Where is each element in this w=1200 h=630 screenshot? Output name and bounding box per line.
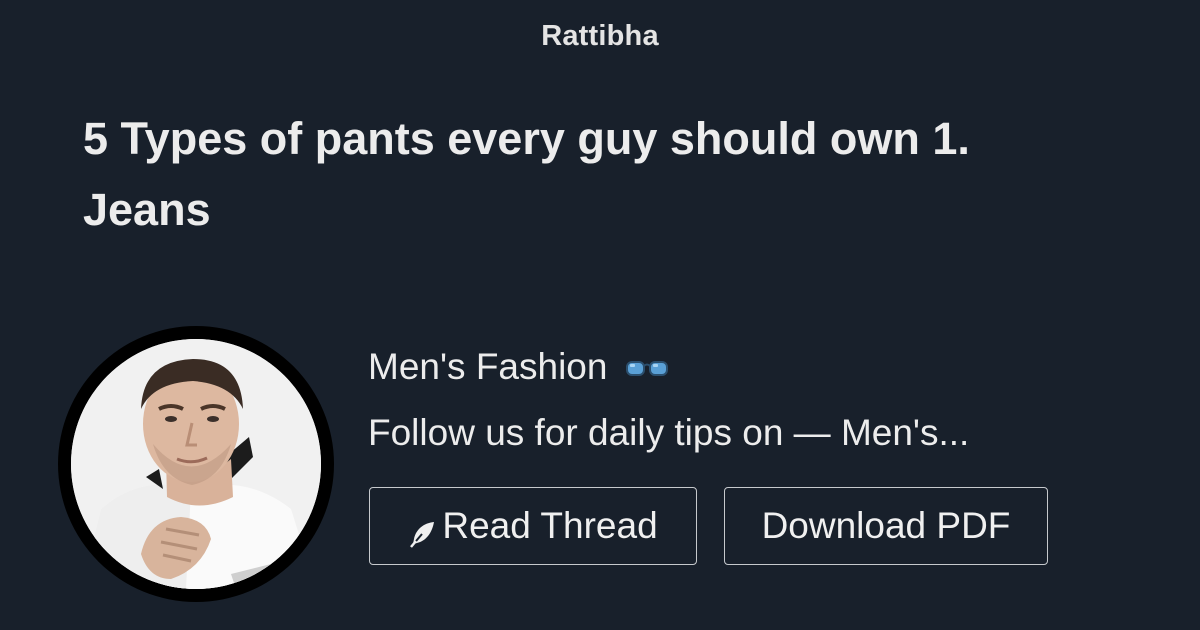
download-pdf-button[interactable]: Download PDF — [724, 487, 1048, 565]
profile-photo — [71, 339, 321, 589]
glasses-icon — [625, 345, 668, 387]
author-name[interactable]: Men's Fashion — [368, 346, 668, 390]
author-bio: Follow us for daily tips on — Men's... — [368, 412, 970, 453]
read-thread-label: Read Thread — [442, 505, 658, 546]
avatar-ring — [58, 326, 334, 602]
avatar[interactable] — [71, 339, 321, 589]
feather-icon — [408, 515, 436, 548]
download-pdf-label: Download PDF — [761, 505, 1011, 546]
site-name: Rattibha — [541, 20, 659, 52]
thread-title: 5 Types of pants every guy should own 1.… — [83, 113, 970, 235]
author-name-text: Men's Fashion — [368, 346, 608, 387]
read-thread-button[interactable]: Read Thread — [369, 487, 697, 565]
